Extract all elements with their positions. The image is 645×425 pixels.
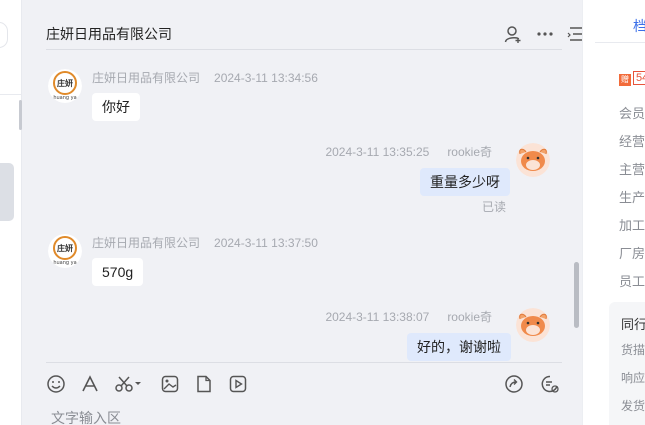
image-icon[interactable] bbox=[160, 374, 180, 394]
left-sidebar bbox=[0, 0, 22, 425]
emoji-icon[interactable] bbox=[46, 374, 66, 394]
card-title: 同行 bbox=[621, 317, 645, 332]
user-avatar[interactable] bbox=[516, 143, 550, 177]
user-avatar[interactable] bbox=[516, 308, 550, 342]
info-item: 员工 bbox=[619, 274, 645, 289]
badge-tag: 赠 bbox=[619, 74, 631, 86]
info-item: 生产 bbox=[619, 190, 645, 205]
sender-name: rookie奇 bbox=[447, 145, 492, 159]
chat-header: 庄妍日用品有限公司 bbox=[46, 0, 582, 50]
logo-text: 庄妍 bbox=[57, 78, 73, 88]
message-time: 2024-3-11 13:35:25 bbox=[325, 145, 430, 159]
card-item: 响应 bbox=[621, 371, 645, 385]
message-bubble[interactable]: 重量多少呀 bbox=[420, 168, 510, 196]
input-toolbar bbox=[46, 362, 562, 402]
divider bbox=[595, 42, 645, 43]
company-avatar[interactable]: 庄妍 huang ya bbox=[48, 234, 82, 268]
message-bubble[interactable]: 好的，谢谢啦 bbox=[407, 333, 511, 361]
chat-scrollbar[interactable] bbox=[574, 262, 579, 328]
info-item: 会员 bbox=[619, 106, 645, 121]
card-item: 发货 bbox=[621, 399, 645, 413]
message-meta: 庄妍日用品有限公司 2024-3-11 13:34:56 bbox=[92, 69, 318, 86]
message-meta: 2024-3-11 13:38:07 rookie奇 bbox=[325, 308, 506, 325]
tab-archive[interactable]: 档 bbox=[633, 16, 645, 36]
share-icon[interactable] bbox=[504, 374, 524, 394]
company-avatar[interactable]: 庄妍 huang ya bbox=[48, 69, 82, 103]
message-input[interactable]: 文字输入区 bbox=[51, 408, 121, 425]
info-item: 经营 bbox=[619, 134, 645, 149]
screenshot-scissors-icon[interactable] bbox=[114, 374, 142, 394]
sidebar-selected-item[interactable] bbox=[0, 163, 14, 221]
message-list[interactable]: 庄妍 huang ya 庄妍日用品有限公司 2024-3-11 13:34:56 … bbox=[22, 50, 582, 362]
badge-number: 54 bbox=[633, 71, 645, 85]
user-profile-icon[interactable] bbox=[504, 25, 522, 43]
card-item: 货描 bbox=[621, 343, 645, 357]
message-time: 2024-3-11 13:37:50 bbox=[214, 236, 318, 250]
info-item: 加工 bbox=[619, 218, 645, 233]
sender-name: 庄妍日用品有限公司 bbox=[92, 236, 201, 250]
chat-panel: 庄妍日用品有限公司 庄妍 huang ya 庄妍日用品有限公司 2024-3-1… bbox=[22, 0, 582, 425]
logo-text: 庄妍 bbox=[57, 243, 73, 253]
info-item: 厂房 bbox=[619, 246, 645, 261]
divider bbox=[0, 94, 22, 95]
video-icon[interactable] bbox=[228, 374, 248, 394]
font-icon[interactable] bbox=[80, 374, 100, 394]
message-meta: 庄妍日用品有限公司 2024-3-11 13:37:50 bbox=[92, 234, 318, 251]
message-time: 2024-3-11 13:38:07 bbox=[325, 310, 430, 324]
message-bubble[interactable]: 你好 bbox=[92, 93, 140, 121]
sender-name: 庄妍日用品有限公司 bbox=[92, 71, 201, 85]
read-status: 已读 bbox=[482, 200, 507, 214]
file-icon[interactable] bbox=[194, 374, 214, 394]
logo-subtext: huang ya bbox=[53, 95, 76, 101]
right-info-panel: 档 赠54 会员 经营 主营 生产 加工 厂房 员工 同行 货描 响应 发货 bbox=[582, 0, 645, 425]
more-icon[interactable] bbox=[536, 25, 554, 43]
message-bubble[interactable]: 570g bbox=[92, 258, 144, 286]
sidebar-search-pill[interactable] bbox=[0, 22, 8, 48]
info-item: 主营 bbox=[619, 162, 645, 177]
sender-name: rookie奇 bbox=[447, 310, 492, 324]
message-meta: 2024-3-11 13:35:25 rookie奇 bbox=[325, 143, 506, 160]
chat-history-icon[interactable] bbox=[540, 374, 560, 394]
message-time: 2024-3-11 13:34:56 bbox=[214, 71, 318, 85]
member-badge: 赠54 bbox=[619, 70, 645, 86]
logo-subtext: huang ya bbox=[53, 260, 76, 266]
chat-title: 庄妍日用品有限公司 bbox=[46, 26, 172, 42]
